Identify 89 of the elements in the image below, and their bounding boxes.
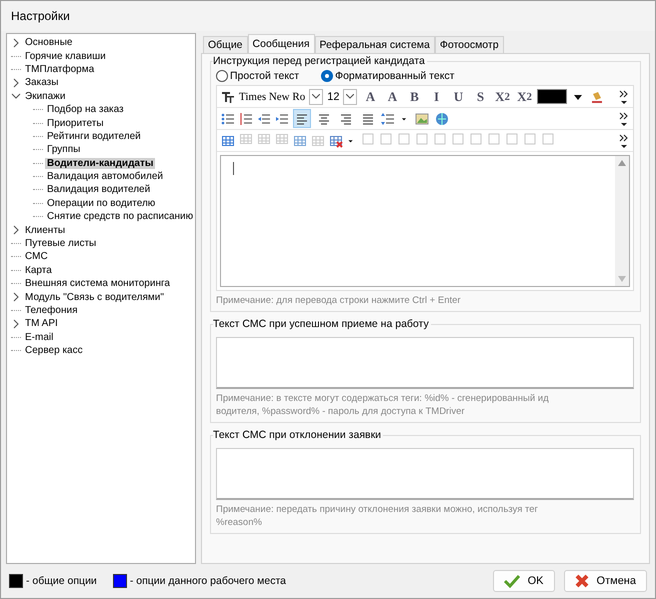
tab[interactable]: Сообщения	[248, 34, 315, 53]
tree-item[interactable]: Карта	[23, 264, 54, 276]
tree-item[interactable]: Операции по водителю	[45, 198, 158, 209]
tree-item[interactable]: TM API	[23, 318, 60, 330]
tab[interactable]: Фотоосмотр	[434, 36, 504, 53]
radio-button[interactable]	[216, 70, 228, 82]
numbered-list-icon[interactable]	[239, 112, 253, 126]
expand-chevron-icon[interactable]	[11, 225, 21, 236]
table-cell-icon[interactable]	[415, 132, 429, 146]
strikethrough-button[interactable]: S	[471, 87, 490, 106]
tree-item[interactable]: Рейтинги водителей	[45, 130, 143, 142]
tree-item[interactable]: Снятие средств по расписанию	[45, 211, 196, 222]
tree-item[interactable]: Клиенты	[23, 224, 68, 236]
bullet-list-icon[interactable]	[221, 112, 235, 126]
table-cell-icon[interactable]	[487, 132, 501, 146]
dropdown-caret-icon[interactable]	[343, 88, 358, 104]
toolbar-overflow-icon[interactable]	[619, 133, 629, 149]
tree-item[interactable]: Приоритеты	[45, 118, 106, 129]
delete-table-icon[interactable]	[329, 134, 343, 148]
underline-button[interactable]: U	[449, 87, 468, 106]
table-cell-icon[interactable]	[361, 132, 375, 146]
globe-link-icon[interactable]	[435, 112, 449, 126]
tree-item[interactable]: Основные	[23, 37, 74, 48]
sms-text-field[interactable]	[216, 337, 634, 389]
font-size-field[interactable]: 12	[327, 90, 340, 102]
tab[interactable]: Общие	[203, 36, 248, 53]
checkmark-icon	[504, 574, 520, 588]
radio-label: Форматированный текст	[335, 70, 454, 82]
group-title: Текст СМС при отклонении заявки	[213, 429, 384, 441]
expand-chevron-icon[interactable]	[11, 78, 21, 88]
italic-button[interactable]: I	[427, 87, 446, 106]
table-cell-icon[interactable]	[523, 132, 537, 146]
tree-item[interactable]: Путевые листы	[23, 238, 98, 250]
cross-icon	[574, 574, 589, 588]
tree-item[interactable]: Группы	[45, 144, 82, 156]
table-cell-icon[interactable]	[451, 132, 465, 146]
hint-text: Примечание: в тексте могут содержаться теги: %id% - сгенерированный ид водителя, %password% - пароль для доступа к TMDriver	[216, 392, 550, 418]
font-name-field[interactable]: Times New Ro	[239, 90, 306, 102]
grow-font-button[interactable]: A	[361, 87, 380, 106]
radio-label: Простой текст	[230, 70, 300, 82]
indent-icon[interactable]	[275, 112, 289, 126]
legend-label: - опции данного рабочего места	[130, 575, 286, 587]
tree-item[interactable]: Подбор на заказ	[45, 104, 126, 116]
legend-label: - общие опции	[26, 575, 97, 587]
toolbar-overflow-icon[interactable]	[619, 111, 629, 127]
tree-item[interactable]: E-mail	[23, 332, 56, 343]
tree-item[interactable]: Валидация автомобилей	[45, 171, 165, 182]
tree-item[interactable]: Водители-кандидаты	[45, 158, 156, 169]
expand-chevron-icon[interactable]	[11, 38, 21, 48]
tree-item[interactable]: Экипажи	[23, 90, 68, 102]
sms-text-field[interactable]	[216, 448, 634, 500]
collapse-chevron-icon[interactable]	[11, 91, 21, 102]
toolbar-overflow-icon[interactable]	[619, 89, 629, 105]
table-cell-icon[interactable]	[505, 132, 519, 146]
align-left-icon[interactable]	[293, 109, 311, 128]
expand-chevron-icon[interactable]	[11, 318, 21, 329]
line-spacing-icon[interactable]	[381, 112, 395, 126]
bold-button[interactable]: B	[405, 87, 424, 106]
table-cell-icon[interactable]	[541, 132, 555, 146]
tree-item[interactable]: Сервер касс	[23, 345, 85, 356]
shrink-font-button[interactable]: A	[383, 87, 402, 106]
tree-item[interactable]: ТМПлатформа	[23, 64, 96, 75]
hint-text: Примечание: для перевода строки нажмите Ctrl + Enter	[216, 294, 462, 307]
table-cell-icon[interactable]	[379, 132, 393, 146]
cancel-button[interactable]: Отмена	[564, 570, 647, 592]
table-cell-icon[interactable]	[397, 132, 411, 146]
text-color-swatch[interactable]	[537, 89, 568, 104]
dropdown-caret-icon[interactable]	[309, 88, 324, 104]
tree-item[interactable]: Телефония	[23, 305, 80, 316]
window-title: Настройки	[11, 9, 70, 23]
table-cell-icon[interactable]	[433, 132, 447, 146]
font-icon[interactable]	[221, 90, 235, 104]
tree-item[interactable]: Модуль "Связь с водителями"	[23, 292, 166, 303]
tree-item[interactable]: Внешняя система мониторинга	[23, 278, 172, 290]
group-title: Текст СМС при успешном приеме на работу	[213, 318, 431, 330]
tree-item[interactable]: СМС	[23, 251, 50, 262]
table-icon[interactable]	[221, 134, 235, 148]
group-title: Инструкция перед регистрацией кандидата	[213, 55, 427, 67]
ok-button[interactable]: OK	[492, 570, 555, 592]
expand-chevron-icon[interactable]	[11, 292, 21, 302]
radio-button[interactable]	[321, 70, 334, 82]
table-cell-icon[interactable]	[469, 132, 483, 146]
outdent-icon[interactable]	[257, 112, 271, 126]
table-cells-icon[interactable]	[293, 134, 307, 148]
tree-item[interactable]: Валидация водителей	[45, 184, 152, 196]
tree-item[interactable]: Заказы	[23, 77, 60, 88]
tab[interactable]: Реферальная система	[314, 36, 435, 53]
tree-item[interactable]: Горячие клавиши	[23, 50, 108, 62]
hint-text: Примечание: передать причину отклонения заявки можно, используя тег %reason%	[216, 503, 539, 529]
